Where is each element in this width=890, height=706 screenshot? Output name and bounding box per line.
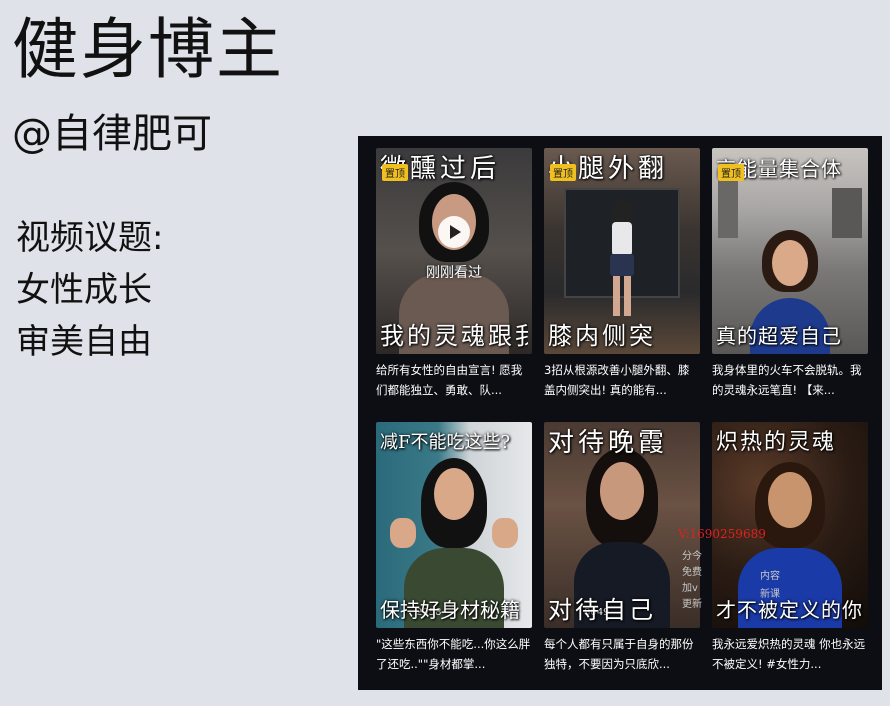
video-card[interactable]: 炽热的灵魂 才不被定义的你 我永远爱炽热的灵魂 你也永远不被定义! #女性力..…	[712, 422, 868, 678]
thumbnail-bottom-text: 真的超爱自己	[716, 324, 842, 348]
video-card[interactable]: 减F不能吃这些? 2958 保持好身材秘籍 "这些东西你不能吃...你这么胖了还…	[376, 422, 532, 678]
page-title: 健身博主	[12, 11, 284, 88]
thumbnail-top-text: 对待晚霞	[548, 428, 669, 458]
video-thumbnail[interactable]: 减F不能吃这些? 2958 保持好身材秘籍	[376, 422, 532, 628]
watermark-text: 内容	[760, 571, 780, 582]
watermark-number: V:1690259689	[678, 527, 766, 541]
person-face	[600, 462, 644, 520]
watermark-text: 更新	[682, 599, 702, 610]
video-caption[interactable]: 我永远爱炽热的灵魂 你也永远不被定义! #女性力...	[712, 634, 868, 678]
pinned-badge: 置顶	[718, 164, 744, 181]
video-caption[interactable]: 给所有女性的自由宣言! 愿我们都能独立、勇敢、队...	[376, 360, 532, 404]
thumbnail-top-text: 减F不能吃这些?	[380, 432, 511, 453]
thumbnail-bottom-text: 才不被定义的你	[716, 598, 863, 622]
video-thumbnail[interactable]: 对待晚霞 8049 对待自己	[544, 422, 700, 628]
person-face	[768, 472, 812, 528]
video-thumbnail[interactable]: 微醺过后 置顶 刚刚看过 我的灵魂跟我说	[376, 148, 532, 354]
watermark-text: 新课	[760, 589, 780, 600]
video-card[interactable]: 微醺过后 置顶 刚刚看过 我的灵魂跟我说 给所有女性的自由宣言! 愿我们都能独立…	[376, 148, 532, 404]
topics-block: 视频议题: 女性成长 审美自由	[16, 212, 163, 368]
watermark-text: 分今	[682, 551, 702, 562]
watermark-text: 免费	[682, 567, 702, 578]
building	[718, 178, 738, 238]
watermark-text: 加v	[682, 583, 698, 594]
person-shorts	[610, 254, 634, 276]
video-thumbnail[interactable]: 炽热的灵魂 才不被定义的你	[712, 422, 868, 628]
person-hand	[390, 518, 416, 548]
person-top	[612, 222, 632, 256]
video-caption[interactable]: 3招从根源改善小腿外翻、膝盖内侧突出! 真的能有...	[544, 360, 700, 404]
video-grid-panel: 微醺过后 置顶 刚刚看过 我的灵魂跟我说 给所有女性的自由宣言! 愿我们都能独立…	[358, 136, 882, 690]
video-caption[interactable]: "这些东西你不能吃...你这么胖了还吃..""身材都掌...	[376, 634, 532, 678]
watched-label: 刚刚看过	[426, 265, 482, 281]
video-card[interactable]: 对待晚霞 8049 对待自己 每个人都有只属于自身的那份独特，不要因为只底欣..…	[544, 422, 700, 678]
video-caption[interactable]: 每个人都有只属于自身的那份独特，不要因为只底欣...	[544, 634, 700, 678]
thumbnail-bottom-text: 保持好身材秘籍	[380, 598, 520, 622]
video-thumbnail[interactable]: 高能量集合体 置顶 真的超爱自己	[712, 148, 868, 354]
thumbnail-bottom-text: 膝内侧突	[548, 322, 656, 350]
person-face	[434, 468, 474, 520]
person-face	[772, 240, 808, 286]
topic-item: 审美自由	[16, 322, 152, 362]
pinned-badge: 置顶	[382, 164, 408, 181]
person-hand	[492, 518, 518, 548]
video-card[interactable]: 小腿外翻 置顶 19 膝内侧突 3招从根源改善小腿外翻、膝盖内侧突出! 真的能有…	[544, 148, 700, 404]
video-card[interactable]: 高能量集合体 置顶 真的超爱自己 我身体里的火车不会脱轨。我的灵魂永远笔直! 【…	[712, 148, 868, 404]
topics-label: 视频议题:	[16, 218, 164, 258]
pinned-badge: 置顶	[550, 164, 576, 181]
thumbnail-top-text: 炽热的灵魂	[716, 430, 837, 455]
person-leg	[624, 276, 631, 316]
topic-item: 女性成长	[16, 270, 152, 310]
play-icon[interactable]	[438, 216, 470, 248]
thumbnail-bottom-text: 我的灵魂跟我说	[380, 322, 528, 350]
person-leg	[613, 276, 620, 316]
video-thumbnail[interactable]: 小腿外翻 置顶 19 膝内侧突	[544, 148, 700, 354]
blogger-handle: @自律肥可	[12, 111, 212, 157]
thumbnail-bottom-text: 对待自己	[548, 596, 656, 624]
building	[832, 188, 862, 238]
video-caption[interactable]: 我身体里的火车不会脱轨。我的灵魂永远笔直! 【来...	[712, 360, 868, 404]
